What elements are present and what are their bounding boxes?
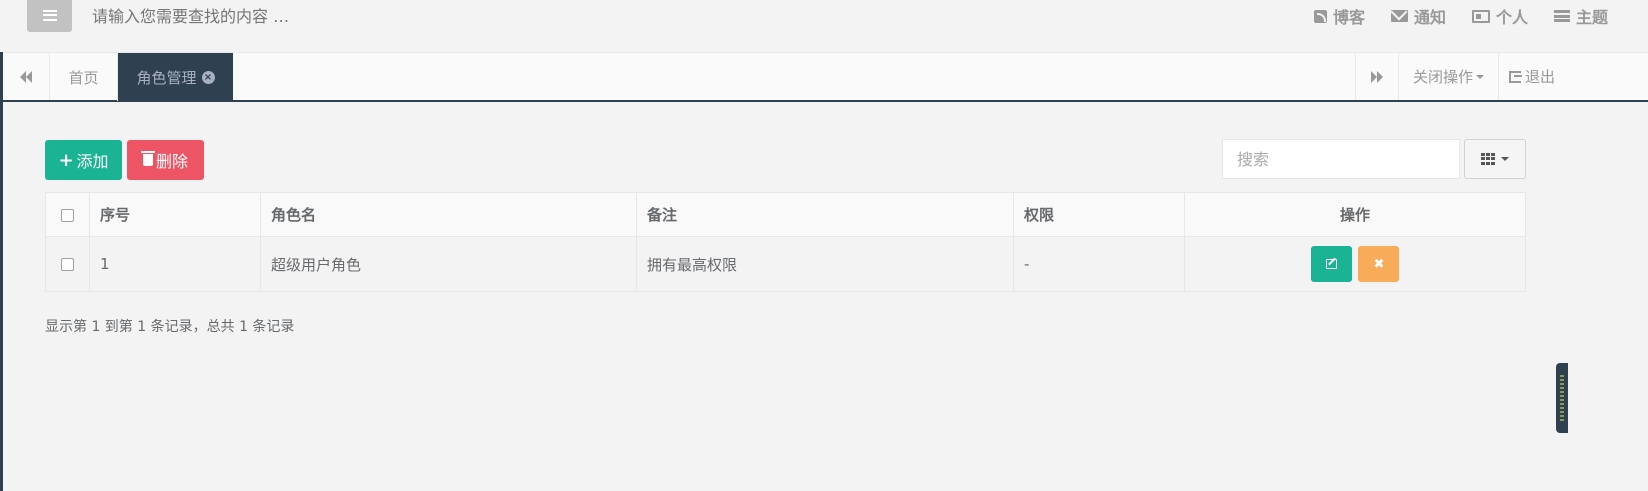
header-operations: 操作: [1184, 192, 1526, 237]
header-index[interactable]: 序号: [89, 192, 261, 237]
header-remark[interactable]: 备注: [636, 192, 1014, 237]
header-role-name[interactable]: 角色名: [260, 192, 637, 237]
logout-button[interactable]: 退出: [1498, 53, 1648, 100]
rss-icon: [1313, 9, 1327, 23]
tab-home[interactable]: 首页: [50, 53, 118, 101]
close-icon: ✖: [1373, 256, 1385, 272]
roles-table: 序号 角色名 备注 权限 操作 1 超级用户角色 拥有最高权限 - ✖: [45, 192, 1526, 292]
sign-out-icon: [1509, 70, 1522, 83]
right-edge-widget[interactable]: [1556, 363, 1568, 433]
notifications-link-label: 通知: [1413, 8, 1446, 27]
select-all-checkbox[interactable]: [61, 208, 74, 222]
remove-button[interactable]: ✖: [1358, 246, 1400, 282]
close-operations-label: 关闭操作: [1412, 68, 1473, 86]
theme-link-label: 主题: [1575, 8, 1608, 27]
theme-list-icon: [1553, 10, 1570, 22]
top-links: 博客 通知 个人 主题: [1313, 4, 1608, 28]
plus-icon: +: [58, 149, 74, 171]
logout-label: 退出: [1525, 68, 1556, 86]
caret-down-icon: [1476, 74, 1484, 79]
table-search-input[interactable]: [1222, 139, 1460, 179]
edit-icon: [1325, 259, 1337, 269]
cell-remark: 拥有最高权限: [636, 236, 1014, 292]
tab-home-label: 首页: [68, 68, 99, 87]
caret-down-icon: [1501, 157, 1509, 161]
profile-link[interactable]: 个人: [1471, 4, 1528, 28]
double-right-arrow-icon: [1371, 70, 1383, 83]
tabs-scroll-left-button[interactable]: [3, 53, 50, 100]
select-all-cell: [45, 192, 90, 237]
hamburger-icon: [42, 9, 57, 21]
top-navbar: 博客 通知 个人 主题: [0, 0, 1648, 52]
columns-toggle-button[interactable]: [1464, 139, 1526, 179]
tab-role-management-label: 角色管理: [136, 68, 197, 87]
cell-index: 1: [89, 236, 261, 292]
delete-button-label: 删除: [155, 152, 188, 171]
menu-toggle-button[interactable]: [27, 0, 72, 32]
blog-link[interactable]: 博客: [1313, 4, 1365, 28]
edit-button[interactable]: [1310, 246, 1352, 282]
trash-icon: [140, 151, 155, 166]
tab-role-management[interactable]: 角色管理 ×: [118, 53, 233, 101]
profile-link-label: 个人: [1495, 8, 1528, 27]
blog-link-label: 博客: [1332, 8, 1365, 27]
table-row: 1 超级用户角色 拥有最高权限 - ✖: [45, 236, 1526, 292]
top-search-input[interactable]: [92, 5, 492, 27]
cell-operations: ✖: [1184, 236, 1526, 292]
close-operations-dropdown[interactable]: 关闭操作: [1398, 53, 1498, 100]
page-tabs-bar: 首页 角色管理 × 关闭操作 退出: [3, 52, 1648, 102]
delete-button[interactable]: 删除: [127, 140, 204, 180]
cell-permission: -: [1013, 236, 1185, 292]
id-card-icon: [1471, 9, 1490, 23]
row-select-cell: [45, 236, 90, 292]
envelope-icon: [1390, 10, 1408, 22]
cell-role-name: 超级用户角色: [260, 236, 637, 292]
add-button[interactable]: + 添加: [45, 140, 122, 180]
header-permission[interactable]: 权限: [1013, 192, 1185, 237]
row-checkbox[interactable]: [61, 258, 74, 271]
theme-link[interactable]: 主题: [1553, 4, 1608, 28]
tabs-scroll-right-button[interactable]: [1355, 53, 1398, 100]
pagination-info: 显示第 1 到第 1 条记录，总共 1 条记录: [45, 319, 295, 335]
grid-icon: [1481, 153, 1495, 165]
add-button-label: 添加: [76, 152, 109, 171]
tab-close-icon[interactable]: ×: [201, 70, 215, 84]
notifications-link[interactable]: 通知: [1390, 4, 1446, 28]
table-header-row: 序号 角色名 备注 权限 操作: [45, 192, 1526, 237]
double-left-arrow-icon: [20, 70, 32, 83]
